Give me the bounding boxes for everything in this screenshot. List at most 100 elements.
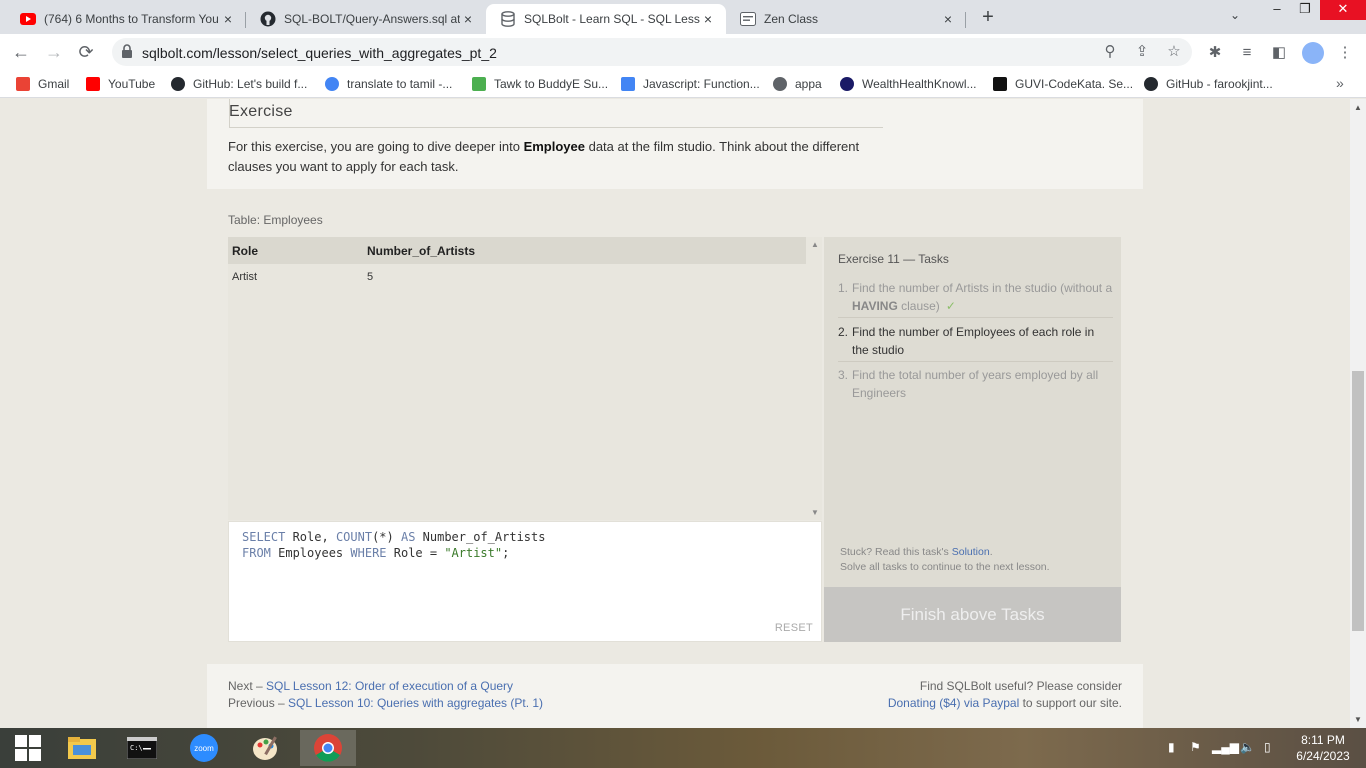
more-bookmarks-icon[interactable]: »	[1336, 75, 1344, 91]
command-prompt-icon[interactable]: C:\	[114, 730, 170, 766]
scroll-up-icon[interactable]: ▲	[1354, 103, 1362, 112]
tab-title: SQL-BOLT/Query-Answers.sql at	[284, 12, 460, 26]
page-content: Exercise For this exercise, you are goin…	[0, 99, 1350, 728]
scroll-down-icon[interactable]: ▼	[811, 508, 819, 517]
back-arrow-icon[interactable]: ←	[9, 40, 33, 64]
youtube-icon	[20, 11, 36, 27]
column-header-number-of-artists: Number_of_Artists	[367, 244, 476, 258]
bookmark-guvi[interactable]: GUVI-CodeKata. Se...	[993, 76, 1133, 92]
sqlbolt-icon	[500, 11, 516, 27]
profile-avatar[interactable]	[1302, 42, 1324, 64]
bookmark-label: appa	[795, 77, 822, 91]
table-scrollbar[interactable]: ▲ ▼	[808, 237, 822, 520]
sql-editor[interactable]: SELECT Role, COUNT(*) AS Number_of_Artis…	[228, 521, 822, 642]
tab-youtube[interactable]: (764) 6 Months to Transform You ×	[6, 4, 246, 34]
cell-role: Artist	[232, 271, 258, 283]
window-close-icon[interactable]: ✕	[1320, 0, 1366, 20]
bookmark-label: Gmail	[38, 77, 70, 91]
github-icon	[171, 77, 185, 91]
next-lesson-link[interactable]: SQL Lesson 12: Order of execution of a Q…	[266, 679, 513, 693]
lesson-navigation: Next – SQL Lesson 12: Order of execution…	[228, 679, 544, 710]
stuck-hint: Stuck? Read this task's Solution. Solve …	[840, 546, 1050, 573]
task-item-3[interactable]: 3. Find the total number of years employe…	[838, 366, 1113, 402]
solution-link[interactable]: Solution	[952, 546, 990, 558]
task-item-1[interactable]: 1. Find the number of Artists in the stud…	[838, 279, 1113, 315]
tab-search-chevron-icon[interactable]: ⌄	[1230, 8, 1240, 22]
system-clock[interactable]: 8:11 PM 6/24/2023	[1290, 732, 1356, 764]
table-header: Role Number_of_Artists	[228, 237, 806, 264]
reset-button[interactable]: RESET	[775, 622, 813, 634]
close-tab-icon[interactable]: ×	[700, 11, 716, 27]
flag-icon[interactable]: ⚑	[1190, 740, 1201, 754]
donate-link[interactable]: Donating ($4) via Paypal	[888, 696, 1019, 710]
side-panel-icon[interactable]: ◧	[1270, 44, 1288, 62]
svg-text:C:\: C:\	[130, 744, 143, 752]
tab-strip: (764) 6 Months to Transform You × SQL-BO…	[0, 0, 1366, 34]
address-bar[interactable]: sqlbolt.com/lesson/select_queries_with_a…	[112, 38, 1192, 66]
reload-icon[interactable]: ⟳	[74, 40, 98, 64]
previous-lesson-link[interactable]: SQL Lesson 10: Queries with aggregates (…	[288, 696, 543, 710]
bookmarks-bar: Gmail YouTube GitHub: Let's build f... t…	[0, 70, 1366, 98]
restore-icon[interactable]: ❐	[1290, 0, 1320, 20]
bookmark-label: YouTube	[108, 77, 156, 91]
bookmark-youtube[interactable]: YouTube	[86, 76, 155, 92]
clock-date: 6/24/2023	[1296, 749, 1350, 763]
file-explorer-icon[interactable]	[54, 730, 110, 766]
bookmark-label: translate to tamil -...	[347, 77, 453, 91]
bookmark-wealthhealth[interactable]: WealthHealthKnowl...	[840, 76, 977, 92]
wealthhealth-icon	[840, 77, 854, 91]
scroll-down-icon[interactable]: ▼	[1354, 715, 1362, 724]
bookmark-translate[interactable]: translate to tamil -...	[325, 76, 452, 92]
zoom-magnifier-icon[interactable]: ⚲	[1102, 44, 1118, 60]
new-tab-button[interactable]: +	[976, 6, 1000, 30]
bookmark-label: GitHub - farookjint...	[1166, 77, 1273, 91]
minimize-icon[interactable]: –	[1262, 0, 1292, 20]
extensions-icon[interactable]: ✱	[1206, 44, 1224, 62]
gmail-icon	[16, 77, 30, 91]
lock-icon	[122, 44, 132, 58]
close-tab-icon[interactable]: ×	[940, 11, 956, 27]
bookmark-tawk[interactable]: Tawk to BuddyE Su...	[472, 76, 608, 92]
github-icon	[1144, 77, 1158, 91]
close-tab-icon[interactable]: ×	[460, 11, 476, 27]
tasks-title: Exercise 11 — Tasks	[838, 252, 949, 266]
bookmark-label: Javascript: Function...	[643, 77, 760, 91]
chrome-icon[interactable]	[300, 730, 356, 766]
page-scrollbar[interactable]: ▲ ▼	[1350, 99, 1366, 728]
signal-icon[interactable]: ▂▄▆	[1212, 740, 1239, 754]
bookmark-star-icon[interactable]: ☆	[1166, 44, 1182, 60]
battery-icon[interactable]: ▯	[1264, 740, 1271, 754]
paint-icon[interactable]	[238, 730, 294, 766]
results-table: Role Number_of_Artists Artist 5 ▲ ▼	[228, 237, 822, 520]
divider	[229, 127, 883, 128]
share-icon[interactable]: ⇪	[1134, 44, 1150, 60]
exercise-card: Exercise For this exercise, you are goin…	[207, 99, 1143, 189]
scrollbar-thumb[interactable]	[1352, 371, 1364, 631]
volume-icon[interactable]: 🔈	[1240, 740, 1255, 754]
bookmark-gmail[interactable]: Gmail	[16, 76, 69, 92]
sql-code[interactable]: SELECT Role, COUNT(*) AS Number_of_Artis…	[242, 529, 545, 561]
bookmark-javascript[interactable]: Javascript: Function...	[621, 76, 760, 92]
github-icon	[260, 11, 276, 27]
bookmark-github-farook[interactable]: GitHub - farookjint...	[1144, 76, 1273, 92]
scroll-up-icon[interactable]: ▲	[811, 240, 819, 249]
tab-sqlbolt[interactable]: SQLBolt - Learn SQL - SQL Lesso ×	[486, 4, 726, 34]
close-tab-icon[interactable]: ×	[220, 11, 236, 27]
forward-arrow-icon[interactable]: →	[42, 40, 66, 64]
lesson-footer: Next – SQL Lesson 12: Order of execution…	[207, 664, 1143, 728]
bookmark-github-build[interactable]: GitHub: Let's build f...	[171, 76, 307, 92]
tasks-panel: Exercise 11 — Tasks 1. Find the number of…	[824, 237, 1121, 642]
reading-list-icon[interactable]: ≡	[1238, 44, 1256, 62]
zoom-app-icon[interactable]: zoom	[176, 730, 232, 766]
network-icon[interactable]: ▮	[1168, 740, 1175, 754]
windows-start-icon[interactable]	[0, 730, 56, 766]
bookmark-appa[interactable]: appa	[773, 76, 822, 92]
exercise-description: For this exercise, you are going to dive…	[228, 139, 860, 174]
tab-zen-class[interactable]: Zen Class ×	[726, 4, 966, 34]
tawk-icon	[472, 77, 486, 91]
menu-kebab-icon[interactable]: ⋮	[1336, 44, 1354, 62]
task-item-2[interactable]: 2. Find the number of Employees of each r…	[838, 323, 1113, 359]
finish-tasks-button[interactable]: Finish above Tasks	[824, 587, 1121, 642]
column-header-role: Role	[232, 244, 259, 258]
tab-github[interactable]: SQL-BOLT/Query-Answers.sql at ×	[246, 4, 486, 34]
